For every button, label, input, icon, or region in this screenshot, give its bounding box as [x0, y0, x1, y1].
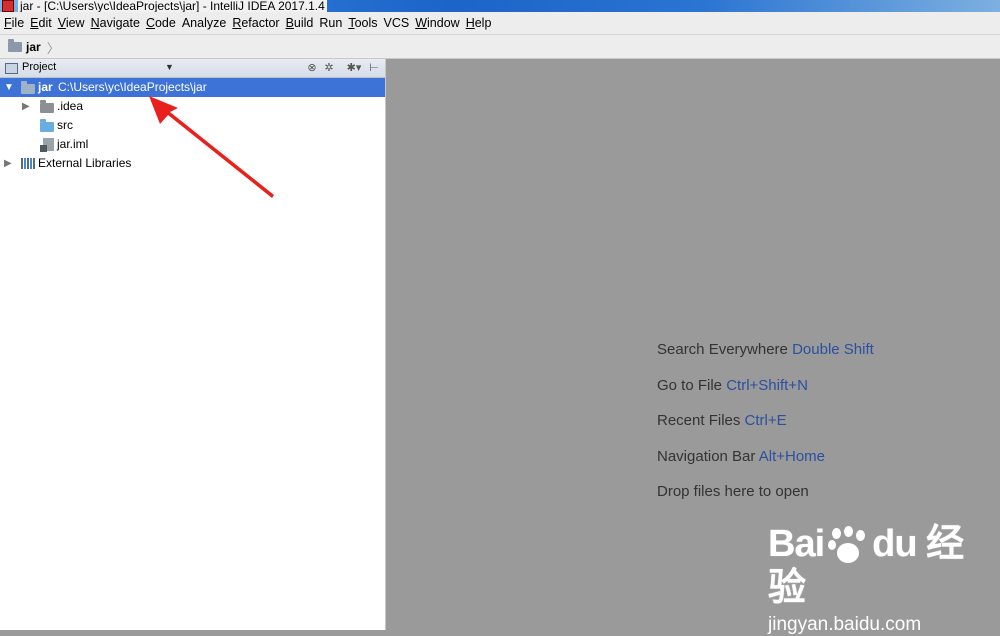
menu-bar: File Edit View Navigate Code Analyze Refactor B… — [0, 12, 1000, 35]
menu-edit[interactable]: Edit — [26, 12, 54, 34]
collapsed-arrow-icon[interactable]: ▶ — [22, 97, 30, 116]
menu-file[interactable]: File — [0, 12, 26, 34]
hint-navigation-bar: Navigation Bar Alt+Home — [657, 447, 826, 465]
shortcut: Double Shift — [792, 341, 874, 358]
folder-icon — [40, 100, 54, 113]
watermark-logo: Bai du 经验 — [768, 523, 964, 609]
iml-file-icon — [40, 138, 54, 152]
menu-window[interactable]: Window — [411, 12, 461, 34]
project-view-selector[interactable]: Project — [22, 61, 56, 73]
navigation-bar: jar 〉 — [0, 35, 1000, 59]
menu-analyze[interactable]: Analyze — [178, 12, 228, 34]
menu-view[interactable]: View — [54, 12, 87, 34]
shortcut: Ctrl+Shift+N — [726, 376, 808, 394]
module-folder-icon — [21, 81, 35, 94]
collapse-all-icon[interactable]: ✲ — [322, 61, 336, 75]
intellij-app-icon — [2, 0, 14, 12]
tree-item-external-libraries[interactable]: ▶ External Libraries — [0, 154, 385, 173]
tree-item-label: jar.iml — [57, 137, 89, 151]
scroll-from-source-icon[interactable]: ⊗ — [305, 61, 319, 75]
gear-icon[interactable]: ✱▾ — [344, 61, 364, 75]
window-title-bar: jar - [C:\Users\yc\IdeaProjects\jar] - I… — [0, 0, 1000, 12]
tree-item-src[interactable]: src — [0, 116, 385, 135]
tree-item-label: jar — [38, 80, 53, 94]
breadcrumb[interactable]: jar 〉 — [8, 39, 60, 56]
hint-drop-files: Drop files here to open — [657, 483, 809, 500]
expanded-arrow-icon[interactable]: ▼ — [4, 78, 14, 97]
tree-item-jar-iml[interactable]: jar.iml — [0, 135, 385, 154]
libraries-icon — [21, 158, 35, 169]
hide-panel-icon[interactable]: ⊢ — [367, 61, 381, 75]
shortcut: Alt+Home — [758, 447, 826, 465]
menu-vcs[interactable]: VCS — [380, 12, 412, 34]
menu-build[interactable]: Build — [282, 12, 316, 34]
tree-item-label: src — [57, 118, 73, 132]
project-view-icon — [5, 63, 18, 74]
breadcrumb-label: jar — [26, 40, 41, 54]
menu-help[interactable]: Help — [462, 12, 494, 34]
editor-empty-hints: Search Everywhere Double Shift Go to Fil… — [657, 340, 874, 518]
project-tree: ▼ jar C:\Users\yc\IdeaProjects\jar ▶ .id… — [0, 78, 385, 173]
watermark-url: jingyan.baidu.com — [768, 614, 922, 635]
menu-run[interactable]: Run — [315, 12, 344, 34]
menu-tools[interactable]: Tools — [344, 12, 379, 34]
tree-item-idea[interactable]: ▶ .idea — [0, 97, 385, 116]
menu-code[interactable]: Code — [142, 12, 178, 34]
tree-item-label: .idea — [57, 99, 84, 113]
module-folder-icon — [8, 39, 22, 52]
hint-search-everywhere: Search Everywhere Double Shift — [657, 341, 874, 358]
window-title: jar - [C:\Users\yc\IdeaProjects\jar] - I… — [18, 0, 327, 12]
tree-item-path: C:\Users\yc\IdeaProjects\jar — [58, 80, 207, 94]
source-folder-icon — [40, 119, 54, 132]
project-tool-window: Project ▼ ⊗ ✲ ✱▾ ⊢ ▼ jar C:\Users\yc\Ide… — [0, 59, 386, 630]
shortcut: Ctrl+E — [744, 412, 787, 429]
collapsed-arrow-icon[interactable]: ▶ — [4, 154, 12, 173]
baidu-jingyan-watermark: Bai du 经验 jingyan.baidu.com — [768, 522, 1000, 636]
menu-refactor[interactable]: Refactor — [228, 12, 281, 34]
project-panel-header: Project ▼ ⊗ ✲ ✱▾ ⊢ — [0, 59, 385, 78]
chevron-right-icon: 〉 — [46, 40, 60, 56]
hint-go-to-file: Go to File Ctrl+Shift+N — [657, 376, 808, 394]
chevron-down-icon[interactable]: ▼ — [165, 62, 174, 72]
hint-recent-files: Recent Files Ctrl+E — [657, 412, 787, 429]
tree-item-jar[interactable]: ▼ jar C:\Users\yc\IdeaProjects\jar — [0, 78, 385, 97]
paw-icon — [826, 525, 870, 566]
menu-navigate[interactable]: Navigate — [87, 12, 142, 34]
tree-item-label: External Libraries — [38, 156, 132, 170]
